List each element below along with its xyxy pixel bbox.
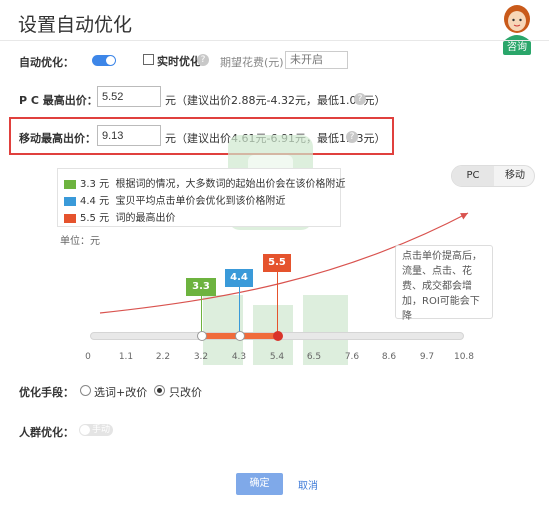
crowd-label: 人群优化： xyxy=(19,426,74,439)
axis-tick: 9.7 xyxy=(419,352,435,362)
chart-note: 点击单价提高后，流量、点击、花费、成交都会增加，ROI可能会下降 xyxy=(395,245,493,322)
crowd-toggle[interactable]: 手动 xyxy=(79,424,113,436)
slider-handle-high[interactable] xyxy=(273,331,283,341)
method-option-b-label: 只改价 xyxy=(169,386,202,399)
axis-tick: 1.1 xyxy=(118,352,134,362)
axis-tick: 7.6 xyxy=(344,352,360,362)
crowd-toggle-text: 手动 xyxy=(92,425,111,435)
slider-handle-mid[interactable] xyxy=(235,331,245,341)
marker-label-red: 5.5 xyxy=(263,254,291,272)
confirm-button[interactable]: 确定 xyxy=(236,473,283,495)
marker-label-blue: 4.4 xyxy=(225,269,253,287)
axis-tick: 4.3 xyxy=(231,352,247,362)
marker-label-green: 3.3 xyxy=(186,278,216,296)
axis-tick: 8.6 xyxy=(381,352,397,362)
axis-tick: 3.2 xyxy=(193,352,209,362)
axis-tick: 6.5 xyxy=(306,352,322,362)
method-radio-price-only[interactable] xyxy=(154,385,165,396)
method-radio-select-and-price[interactable] xyxy=(80,385,91,396)
marker-line-green xyxy=(201,296,202,336)
axis-tick: 2.2 xyxy=(155,352,171,362)
axis-tick: 10.8 xyxy=(453,352,475,362)
method-label: 优化手段： xyxy=(19,386,74,399)
slider-handle-low[interactable] xyxy=(197,331,207,341)
cancel-button[interactable]: 取消 xyxy=(298,477,318,492)
method-option-a-label: 选词+改价 xyxy=(94,386,148,399)
axis-tick: 5.4 xyxy=(269,352,285,362)
axis-tick: 0 xyxy=(85,352,91,362)
marker-line-red xyxy=(277,270,278,336)
marker-line-blue xyxy=(239,287,240,336)
